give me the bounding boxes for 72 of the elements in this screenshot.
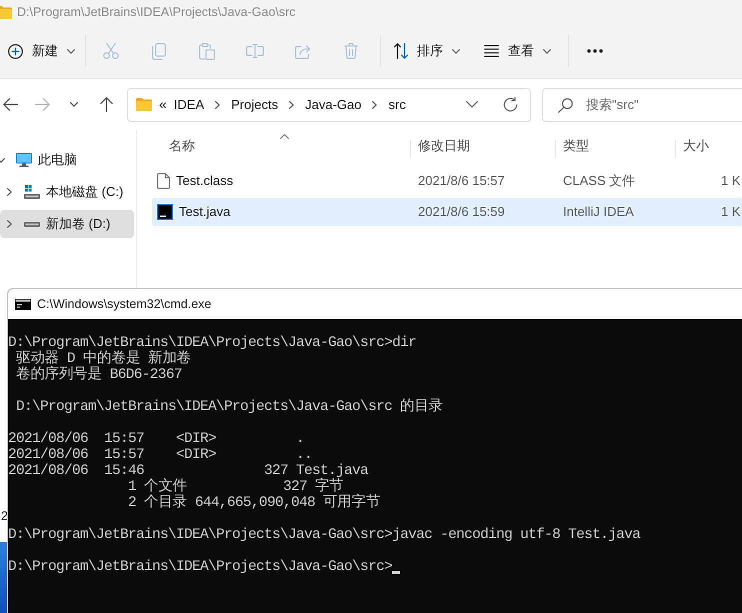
chevron-down-icon <box>70 102 78 107</box>
refresh-icon <box>502 97 518 112</box>
file-size: 1 K <box>721 204 741 220</box>
console-window-icon <box>15 298 31 310</box>
search-icon <box>558 98 573 112</box>
console-line: 驱动器 D 中的卷是 新加卷 <box>15 351 192 367</box>
text-field-icon <box>246 44 264 58</box>
sidebar-item[interactable]: 新加卷 (D:) <box>0 210 134 238</box>
column-header[interactable]: 名称 <box>152 130 411 158</box>
file-row[interactable]: Test.class 2021/8/6 15:57 CLASS 文件 1 K <box>152 167 742 195</box>
three-dots-icon <box>587 49 603 53</box>
item-count: 2 <box>1 508 8 525</box>
console-line: D:\Program\JetBrains\IDEA\Projects\Java-Gao\src>dir <box>8 335 416 351</box>
file-size: 1 K <box>721 173 741 188</box>
file-name: Test.class <box>176 172 234 190</box>
modified-date: 2021/8/6 15:59 <box>417 204 505 220</box>
breadcrumb-link[interactable]: Java-Gao <box>305 94 362 114</box>
breadcrumb-link[interactable]: Projects <box>231 94 278 114</box>
copy-icon <box>152 42 166 60</box>
back-arrow-icon <box>2 98 18 111</box>
forward-arrow-icon <box>34 98 50 111</box>
folder-icon <box>0 6 12 18</box>
file-type: CLASS 文件 <box>562 173 636 188</box>
sidebar-item[interactable]: 此电脑 <box>0 146 134 174</box>
app-file-icon <box>157 204 173 220</box>
console-line: D:\Program\JetBrains\IDEA\Projects\Java-Gao\src>javac -encoding utf-8 Test.java <box>8 527 640 543</box>
console-title: C:\Windows\system32\cmd.exe <box>37 296 212 313</box>
caret-icon <box>452 48 460 54</box>
caret-icon <box>543 48 551 54</box>
sort-caret-icon <box>280 134 288 139</box>
address-bar[interactable]: « IDEA Projects Java-Gao src <box>127 88 531 122</box>
chevron-right-icon <box>215 100 220 108</box>
sidebar-item[interactable]: 本地磁盘 (C:) <box>0 178 134 206</box>
console-line: D:\Program\JetBrains\IDEA\Projects\Java-Gao\src 的目录 <box>15 399 443 415</box>
clipboard-icon <box>199 42 215 60</box>
chevron-right-icon <box>289 100 294 108</box>
console-line: 卷的序列号是 B6D6-2367 <box>15 367 182 383</box>
caret-icon <box>67 48 75 54</box>
console-line: 2021/08/06 15:57 <DIR> . <box>8 431 304 447</box>
modified-date: 2021/8/6 15:57 <box>417 173 505 188</box>
console-line: 2 个目录 644,665,090,048 可用字节 <box>127 495 380 511</box>
window-title: D:\Program\JetBrains\IDEA\Projects\Java-Gao\src <box>17 4 296 21</box>
file-row[interactable]: Test.java 2021/8/6 15:59 IntelliJ IDEA 1 K <box>152 198 742 226</box>
chevron-down-icon <box>466 101 478 108</box>
console-line: 2021/08/06 15:57 <DIR> .. <box>8 447 312 463</box>
share-icon <box>295 44 311 58</box>
sort-arrows-icon <box>394 43 408 59</box>
new-button[interactable]: 新建 <box>4 35 76 67</box>
scissors-icon <box>103 43 119 59</box>
drive-icon <box>24 222 40 226</box>
monitor-icon <box>16 153 32 167</box>
view-button[interactable]: 查看 <box>476 35 559 67</box>
breadcrumb-link[interactable]: src <box>388 94 406 114</box>
console-line: 2021/08/06 15:46 327 Test.java <box>8 463 368 479</box>
plus-circle-icon <box>8 44 23 58</box>
console-line: 1 个文件 327 字节 <box>127 479 344 495</box>
column-header[interactable]: 修改日期 <box>411 130 556 158</box>
folder-icon <box>136 98 152 111</box>
drive-icon <box>24 185 40 199</box>
sort-button[interactable]: 排序 <box>386 35 468 67</box>
file-name: Test.java <box>179 203 230 222</box>
search-field[interactable]: 搜索"src" <box>542 88 742 122</box>
overflow-button[interactable]: « <box>159 94 167 115</box>
file-type: IntelliJ IDEA <box>562 204 634 220</box>
document-icon <box>157 173 170 189</box>
up-arrow-icon <box>100 97 112 112</box>
chevron-right-icon <box>372 100 378 108</box>
column-header[interactable]: 类型 <box>556 130 676 158</box>
trash-icon <box>344 43 358 59</box>
console-line: D:\Program\JetBrains\IDEA\Projects\Java-Gao\src> <box>8 559 392 575</box>
breadcrumb-link[interactable]: IDEA <box>174 94 204 114</box>
list-icon <box>484 45 499 57</box>
